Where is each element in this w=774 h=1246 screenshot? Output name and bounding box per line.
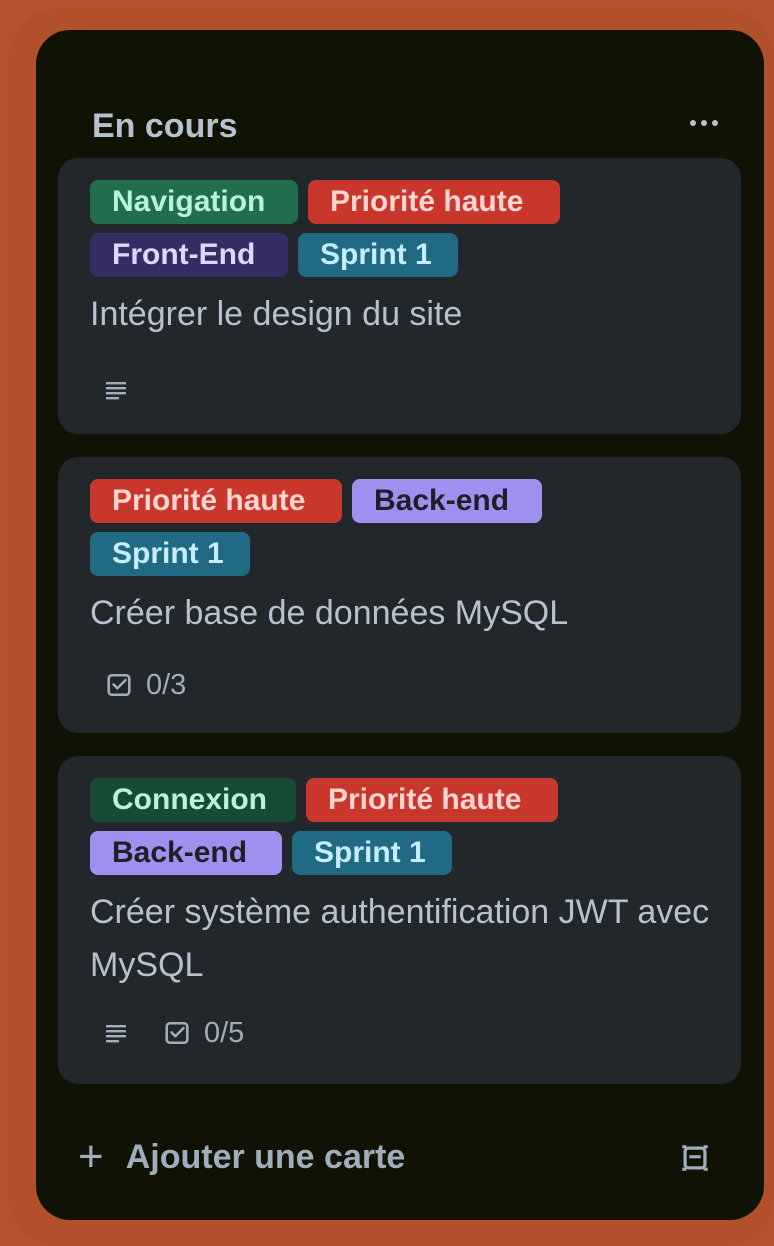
description-badge <box>104 378 128 402</box>
card-badges: 0/5 <box>90 1013 280 1053</box>
add-card-label: Ajouter une carte <box>125 1137 406 1176</box>
ellipsis-icon <box>690 120 696 126</box>
checklist-badge: 0/5 <box>164 1017 244 1050</box>
create-from-template-button[interactable] <box>671 1134 719 1182</box>
card-title: Créer système authentification JWT avec … <box>90 893 710 984</box>
list-column: En cours Navigation Priorité haute Front… <box>36 30 764 1220</box>
checklist-badge: 0/3 <box>106 669 186 702</box>
checklist-icon <box>165 1021 189 1045</box>
description-icon <box>106 382 126 400</box>
list-footer: + Ajouter une carte <box>58 1120 741 1192</box>
card-title: Intégrer le design du site <box>90 295 463 333</box>
card[interactable]: Connexion Priorité haute Back-end Sprint… <box>58 756 741 1084</box>
card-title: Créer base de données MySQL <box>90 594 569 632</box>
checklist-count: 0/3 <box>146 668 187 701</box>
description-badge <box>104 1021 128 1045</box>
card[interactable]: Priorité haute Back-end Sprint 1 Créer b… <box>58 457 741 733</box>
card-badges: 0/3 <box>90 665 222 705</box>
label-navigation[interactable]: Navigation <box>90 180 298 224</box>
plus-icon: + <box>78 1132 104 1181</box>
label-front-end[interactable]: Front-End <box>90 233 288 277</box>
list-actions-button[interactable] <box>684 106 724 140</box>
label-back-end[interactable]: Back-end <box>352 479 542 523</box>
checklist-count: 0/5 <box>204 1016 245 1049</box>
label-priorite-haute[interactable]: Priorité haute <box>90 479 342 523</box>
label-sprint-1[interactable]: Sprint 1 <box>90 532 250 576</box>
label-sprint-1[interactable]: Sprint 1 <box>298 233 458 277</box>
add-card-button[interactable]: + Ajouter une carte <box>78 1132 405 1182</box>
label-priorite-haute[interactable]: Priorité haute <box>306 778 558 822</box>
checklist-icon <box>107 673 131 697</box>
list-header: En cours <box>36 30 764 158</box>
label-sprint-1[interactable]: Sprint 1 <box>292 831 452 875</box>
description-icon <box>106 1025 126 1043</box>
card[interactable]: Navigation Priorité haute Front-End Spri… <box>58 158 741 434</box>
card-badges <box>90 370 164 410</box>
card-template-icon <box>682 1145 708 1171</box>
label-connexion[interactable]: Connexion <box>90 778 296 822</box>
label-back-end[interactable]: Back-end <box>90 831 282 875</box>
list-title[interactable]: En cours <box>92 107 237 146</box>
label-priorite-haute[interactable]: Priorité haute <box>308 180 560 224</box>
